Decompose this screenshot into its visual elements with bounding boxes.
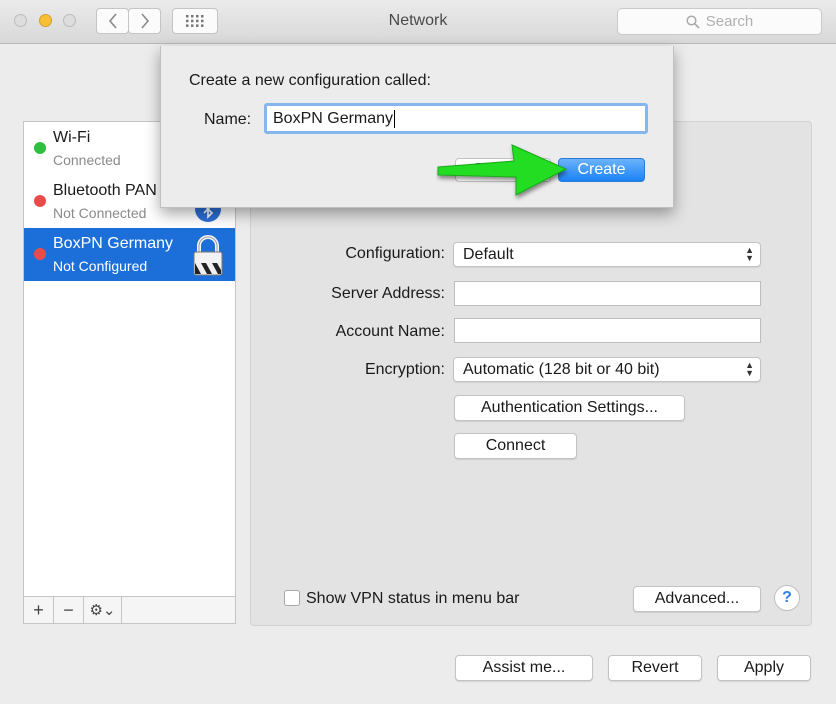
- account-name-label: Account Name:: [335, 323, 445, 340]
- server-address-field[interactable]: [454, 281, 761, 306]
- service-name: BoxPN Germany: [53, 235, 174, 252]
- search-placeholder: Search: [705, 13, 754, 30]
- encryption-select[interactable]: Automatic (128 bit or 40 bit) ▲ ▼: [453, 357, 761, 382]
- apply-button[interactable]: Apply: [717, 655, 811, 681]
- status-dot-green: [34, 142, 46, 154]
- configuration-select[interactable]: Default ▲ ▼: [453, 242, 761, 267]
- dialog-prompt: Create a new configuration called:: [189, 72, 431, 89]
- search-field[interactable]: Search: [617, 8, 822, 35]
- advanced-button[interactable]: Advanced...: [633, 586, 761, 612]
- service-status: Connected: [53, 152, 121, 168]
- select-arrows-icon: ▲ ▼: [745, 360, 754, 378]
- revert-button[interactable]: Revert: [608, 655, 702, 681]
- action-menu-button[interactable]: ⚙⌄: [84, 597, 122, 623]
- encryption-value: Automatic (128 bit or 40 bit): [463, 360, 660, 378]
- name-label: Name:: [204, 111, 252, 128]
- green-arrow-annotation: [437, 144, 568, 196]
- service-status: Not Connected: [53, 205, 147, 221]
- server-address-label: Server Address:: [331, 285, 445, 302]
- status-dot-red: [34, 248, 46, 260]
- configuration-value: Default: [463, 245, 514, 263]
- new-configuration-dialog: Create a new configuration called: Name:…: [160, 46, 674, 208]
- service-name: Wi-Fi: [53, 129, 91, 146]
- title-bar: Network Search: [0, 0, 836, 44]
- account-name-field[interactable]: [454, 318, 761, 343]
- service-item-boxpn-germany[interactable]: BoxPN Germany Not Configured: [24, 228, 235, 281]
- vpn-lock-icon: [193, 235, 223, 276]
- add-service-button[interactable]: +: [24, 597, 54, 623]
- show-vpn-status-label: Show VPN status in menu bar: [306, 590, 520, 607]
- text-caret: [394, 109, 396, 128]
- status-dot-red: [34, 195, 46, 207]
- search-icon: [686, 14, 700, 29]
- configuration-name-value: BoxPN Germany: [273, 109, 394, 127]
- select-arrows-icon: ▲ ▼: [745, 245, 754, 263]
- assist-me-button[interactable]: Assist me...: [455, 655, 593, 681]
- service-list-toolbar: + − ⚙⌄: [23, 597, 236, 624]
- service-name: Bluetooth PAN: [53, 182, 157, 199]
- help-button[interactable]: ?: [774, 585, 800, 611]
- connect-button[interactable]: Connect: [454, 433, 577, 459]
- configuration-label: Configuration:: [345, 245, 445, 262]
- configuration-name-input[interactable]: BoxPN Germany: [264, 103, 648, 134]
- service-status: Not Configured: [53, 258, 148, 274]
- remove-service-button[interactable]: −: [54, 597, 84, 623]
- authentication-settings-button[interactable]: Authentication Settings...: [454, 395, 685, 421]
- show-vpn-status-checkbox[interactable]: [284, 590, 300, 606]
- encryption-label: Encryption:: [364, 361, 445, 378]
